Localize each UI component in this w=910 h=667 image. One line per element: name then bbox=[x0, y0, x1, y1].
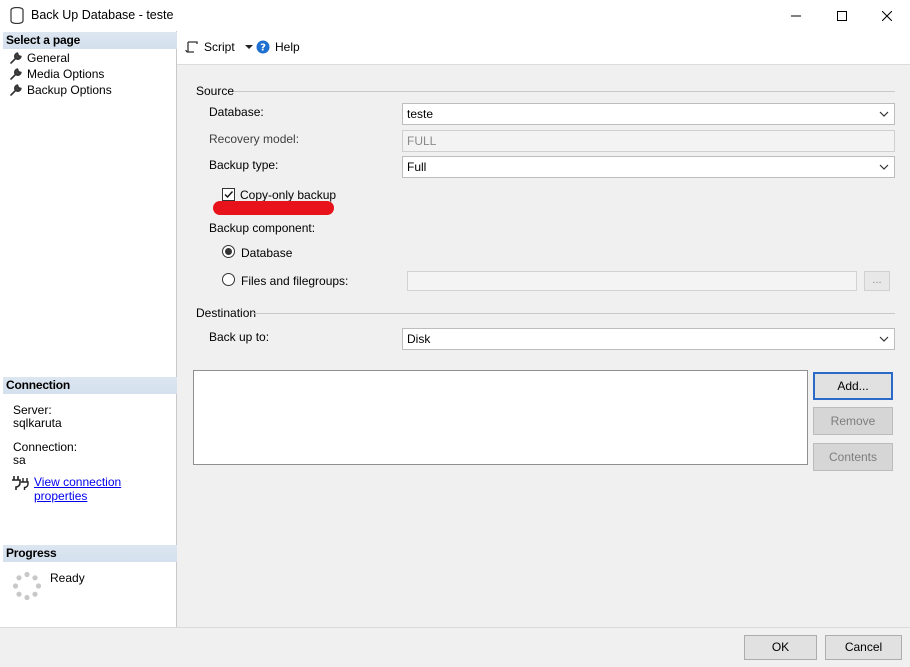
help-icon: ? bbox=[256, 40, 270, 54]
wrench-icon bbox=[10, 68, 22, 80]
page-item-general[interactable]: General bbox=[9, 50, 70, 66]
component-database-label[interactable]: Database bbox=[241, 246, 292, 260]
progress-header: Progress bbox=[3, 545, 177, 562]
destination-list[interactable] bbox=[193, 370, 808, 465]
contents-button: Contents bbox=[813, 443, 893, 471]
source-group-divider bbox=[234, 91, 895, 92]
component-files-label[interactable]: Files and filegroups: bbox=[241, 274, 348, 288]
recovery-model-label: Recovery model: bbox=[209, 132, 300, 146]
server-value: sqlkaruta bbox=[13, 416, 62, 430]
backup-type-combo[interactable]: Full bbox=[402, 156, 895, 178]
back-up-to-value: Disk bbox=[407, 332, 431, 346]
chevron-down-icon bbox=[879, 164, 889, 170]
ok-button[interactable]: OK bbox=[744, 635, 817, 660]
maximize-button[interactable] bbox=[819, 0, 865, 31]
page-item-label: Media Options bbox=[27, 67, 105, 81]
help-button[interactable]: ? Help bbox=[256, 40, 300, 54]
backup-type-label: Backup type: bbox=[209, 158, 279, 172]
filegroups-field bbox=[407, 271, 857, 291]
connection-properties-icon bbox=[12, 476, 29, 490]
destination-group-divider bbox=[253, 313, 895, 314]
back-up-to-label: Back up to: bbox=[209, 330, 270, 344]
minimize-icon bbox=[791, 15, 801, 16]
window-title: Back Up Database - teste bbox=[31, 8, 174, 22]
chevron-down-icon bbox=[879, 111, 889, 117]
page-item-backup-options[interactable]: Backup Options bbox=[9, 82, 112, 98]
connection-value: sa bbox=[13, 453, 26, 467]
destination-group-title: Destination bbox=[196, 306, 257, 320]
cancel-button[interactable]: Cancel bbox=[825, 635, 902, 660]
close-button[interactable] bbox=[864, 0, 910, 31]
progress-spinner-icon bbox=[12, 571, 42, 601]
red-highlight-mark bbox=[213, 201, 334, 215]
script-label: Script bbox=[204, 40, 235, 54]
page-item-media-options[interactable]: Media Options bbox=[9, 66, 104, 82]
back-up-to-combo[interactable]: Disk bbox=[402, 328, 895, 350]
toolbar: Script ? Help bbox=[177, 31, 910, 65]
wrench-icon bbox=[10, 52, 22, 64]
page-item-label: General bbox=[27, 51, 70, 65]
copy-only-label[interactable]: Copy-only backup bbox=[240, 188, 336, 202]
database-value: teste bbox=[407, 107, 434, 121]
view-connection-properties-link[interactable]: View connection properties bbox=[34, 475, 176, 503]
chevron-down-icon bbox=[879, 336, 889, 342]
database-label: Database: bbox=[209, 105, 264, 119]
recovery-model-field: FULL bbox=[402, 130, 895, 152]
minimize-button[interactable] bbox=[773, 0, 819, 31]
svg-text:?: ? bbox=[260, 43, 266, 54]
backup-component-label: Backup component: bbox=[209, 221, 316, 235]
add-button[interactable]: Add... bbox=[813, 372, 893, 400]
source-group-title: Source bbox=[196, 84, 235, 98]
page-item-label: Backup Options bbox=[27, 83, 112, 97]
remove-button: Remove bbox=[813, 407, 893, 435]
connection-label: Connection: bbox=[13, 440, 78, 454]
script-button[interactable]: Script bbox=[185, 40, 254, 54]
dialog-footer: OK Cancel bbox=[0, 627, 910, 667]
copy-only-checkbox[interactable] bbox=[222, 188, 235, 201]
select-page-header: Select a page bbox=[3, 32, 177, 49]
component-database-radio[interactable] bbox=[222, 245, 235, 258]
close-icon bbox=[882, 10, 892, 21]
database-combo[interactable]: teste bbox=[402, 103, 895, 125]
chevron-down-icon bbox=[244, 45, 253, 49]
filegroups-browse-button: ... bbox=[864, 271, 890, 291]
component-files-radio[interactable] bbox=[222, 273, 235, 286]
maximize-icon bbox=[837, 10, 847, 21]
help-label: Help bbox=[275, 40, 300, 54]
database-icon bbox=[10, 7, 24, 24]
server-label: Server: bbox=[13, 403, 52, 417]
backup-type-value: Full bbox=[407, 160, 427, 174]
recovery-model-value: FULL bbox=[407, 134, 437, 148]
wrench-icon bbox=[10, 84, 22, 96]
title-bar: Back Up Database - teste bbox=[0, 0, 910, 31]
left-pane: Select a page General Media Options Back… bbox=[3, 31, 177, 627]
progress-status: Ready bbox=[50, 571, 85, 585]
script-icon bbox=[185, 41, 198, 53]
checkmark-icon bbox=[224, 191, 234, 199]
connection-header: Connection bbox=[3, 377, 177, 394]
